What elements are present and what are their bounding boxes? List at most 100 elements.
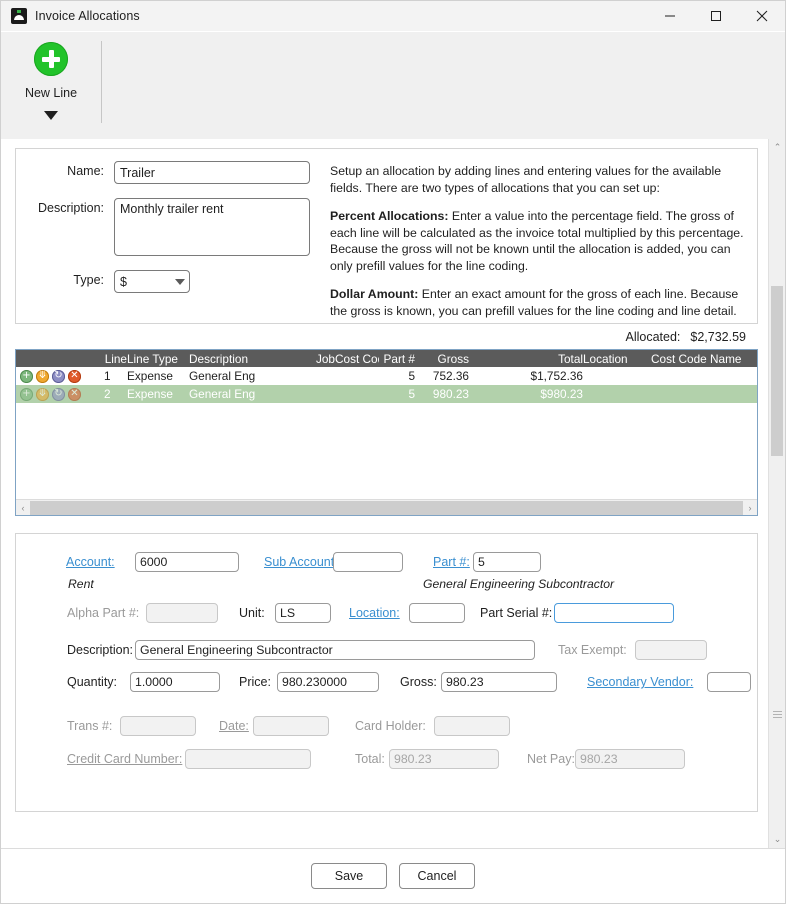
- grid-rows: + ⤋ ↻ ✕ 1 Expense General Eng 5 752.36 $…: [16, 367, 757, 499]
- help-intro: Setup an allocation by adding lines and …: [330, 164, 722, 195]
- minimize-icon[interactable]: [647, 1, 693, 32]
- secondary-vendor-input[interactable]: [707, 672, 751, 692]
- allocation-form: Name: Trailer Description: Monthly trail…: [16, 161, 326, 313]
- detail-row-amounts: Quantity: 1.0000 Price: 980.230000 Gross…: [30, 666, 751, 710]
- description-label: Description:: [38, 201, 104, 215]
- credit-card-number-label: Credit Card Number:: [67, 752, 183, 766]
- description-input[interactable]: Monthly trailer rent: [114, 198, 310, 256]
- allocated-value: $2,732.59: [690, 330, 746, 344]
- grid-header-cost-code-name[interactable]: Cost Code Name: [645, 352, 755, 366]
- grid-header-line[interactable]: Line: [101, 352, 127, 366]
- close-icon[interactable]: [739, 1, 785, 32]
- grid-header-row: Line Line Type Description Job Cost Code…: [16, 350, 757, 367]
- part-serial-input[interactable]: [554, 603, 674, 623]
- invoice-allocations-window: Invoice Allocations New Line Name: Trail…: [0, 0, 786, 904]
- delete-icon[interactable]: ✕: [68, 387, 81, 401]
- scroll-down-icon[interactable]: ⌄: [769, 831, 785, 848]
- line-detail-panel: Account: 6000 Sub Account: Part #: 5 Ren…: [15, 533, 758, 812]
- cell-line-type: Expense: [127, 387, 173, 401]
- vscroll-track[interactable]: [769, 156, 785, 831]
- caret-down-icon[interactable]: [44, 111, 58, 120]
- account-input[interactable]: 6000: [135, 552, 239, 572]
- help-text: Setup an allocation by adding lines and …: [326, 161, 747, 318]
- grid-horizontal-scrollbar[interactable]: ‹ ›: [16, 499, 757, 515]
- total-input: 980.23: [389, 749, 499, 769]
- grid-header-gross[interactable]: Gross: [415, 352, 473, 366]
- location-input[interactable]: [409, 603, 465, 623]
- secondary-vendor-label[interactable]: Secondary Vendor:: [587, 675, 693, 689]
- table-row[interactable]: + ⤋ ↻ ✕ 1 Expense General Eng 5 752.36 $…: [16, 367, 757, 385]
- row-actions: + ⤋ ↻ ✕: [16, 369, 101, 383]
- window-title: Invoice Allocations: [35, 9, 140, 23]
- hscroll-thumb[interactable]: [30, 500, 743, 515]
- add-icon[interactable]: +: [20, 387, 33, 401]
- ribbon-toolbar: New Line: [1, 32, 785, 139]
- gross-label: Gross:: [400, 675, 437, 689]
- maximize-icon[interactable]: [693, 1, 739, 32]
- type-selected-value: $: [120, 274, 127, 289]
- cell-total: $1,752.36: [530, 369, 583, 383]
- delete-icon[interactable]: ✕: [68, 369, 81, 383]
- vertical-scrollbar[interactable]: ⌃ ⌄: [768, 139, 785, 848]
- grid-header-job[interactable]: Job: [297, 352, 335, 366]
- detail-net-pay-input: 980.23: [575, 749, 685, 769]
- allocation-lines-grid: Line Line Type Description Job Cost Code…: [15, 349, 758, 516]
- name-row: Name: Trailer: [16, 161, 326, 184]
- detail-row-part-info: Alpha Part #: Unit: LS Location: Part Se…: [30, 597, 743, 634]
- price-input[interactable]: 980.230000: [277, 672, 379, 692]
- row-actions: + ⤋ ↻ ✕: [16, 387, 101, 401]
- date-label: Date:: [219, 719, 249, 733]
- gross-input[interactable]: 980.23: [441, 672, 557, 692]
- grid-header-total[interactable]: Total: [473, 352, 583, 366]
- help-percent-title: Percent Allocations:: [330, 209, 449, 223]
- unit-label: Unit:: [239, 606, 265, 620]
- scroll-left-icon[interactable]: ‹: [16, 503, 30, 513]
- help-dollar-title: Dollar Amount:: [330, 287, 419, 301]
- alpha-part-input: [146, 603, 218, 623]
- refresh-icon[interactable]: ↻: [52, 369, 65, 383]
- type-select[interactable]: $: [114, 270, 190, 293]
- description-row: Description: Monthly trailer rent: [16, 198, 326, 256]
- detail-row-sublabels: Rent General Engineering Subcontractor: [30, 574, 743, 597]
- location-label[interactable]: Location:: [349, 606, 400, 620]
- grid-header-description[interactable]: Description: [189, 352, 297, 366]
- card-holder-input: [434, 716, 510, 736]
- allocated-label: Allocated:: [625, 330, 681, 344]
- hscroll-track[interactable]: [30, 500, 743, 515]
- part-number-label[interactable]: Part #:: [433, 555, 470, 569]
- grid-header-net-pay[interactable]: Net Pay: [755, 352, 757, 366]
- cell-line: 1: [104, 369, 111, 383]
- account-label[interactable]: Account:: [66, 555, 115, 569]
- vscroll-thumb[interactable]: [771, 286, 783, 456]
- unit-input[interactable]: LS: [275, 603, 331, 623]
- cell-part: 5: [408, 369, 415, 383]
- scroll-right-icon[interactable]: ›: [743, 503, 757, 513]
- scroll-up-icon[interactable]: ⌃: [769, 139, 785, 156]
- grid-header-line-type[interactable]: Line Type: [127, 352, 189, 366]
- add-icon[interactable]: +: [20, 369, 33, 383]
- type-row: Type: $: [16, 270, 326, 293]
- grid-header-cost-code[interactable]: Cost Code: [335, 352, 379, 366]
- allocated-summary: Allocated: $2,732.59: [15, 324, 758, 349]
- new-line-button[interactable]: New Line: [1, 32, 101, 120]
- part-number-input[interactable]: 5: [473, 552, 541, 572]
- cell-net-pay: $980.23: [755, 387, 757, 401]
- sub-account-input[interactable]: [333, 552, 403, 572]
- save-button[interactable]: Save: [311, 863, 387, 889]
- name-input[interactable]: Trailer: [114, 161, 310, 184]
- refresh-icon[interactable]: ↻: [52, 387, 65, 401]
- sub-account-label[interactable]: Sub Account:: [264, 555, 338, 569]
- cell-gross: 752.36: [432, 369, 469, 383]
- detail-row-credit-card: Credit Card Number: Total: 980.23 Net Pa…: [30, 743, 743, 773]
- cancel-button[interactable]: Cancel: [399, 863, 475, 889]
- expand-icon[interactable]: ⤋: [36, 369, 49, 383]
- quantity-input[interactable]: 1.0000: [130, 672, 220, 692]
- detail-description-input[interactable]: General Engineering Subcontractor: [135, 640, 535, 660]
- grid-header-part[interactable]: Part #: [379, 352, 415, 366]
- cell-description: General Eng: [189, 369, 256, 383]
- expand-icon[interactable]: ⤋: [36, 387, 49, 401]
- grid-header-location[interactable]: Location: [583, 352, 645, 366]
- table-row[interactable]: + ⤋ ↻ ✕ 2 Expense General Eng 5 980.23 $…: [16, 385, 757, 403]
- trans-label: Trans #:: [67, 719, 113, 733]
- app-icon: [11, 8, 27, 24]
